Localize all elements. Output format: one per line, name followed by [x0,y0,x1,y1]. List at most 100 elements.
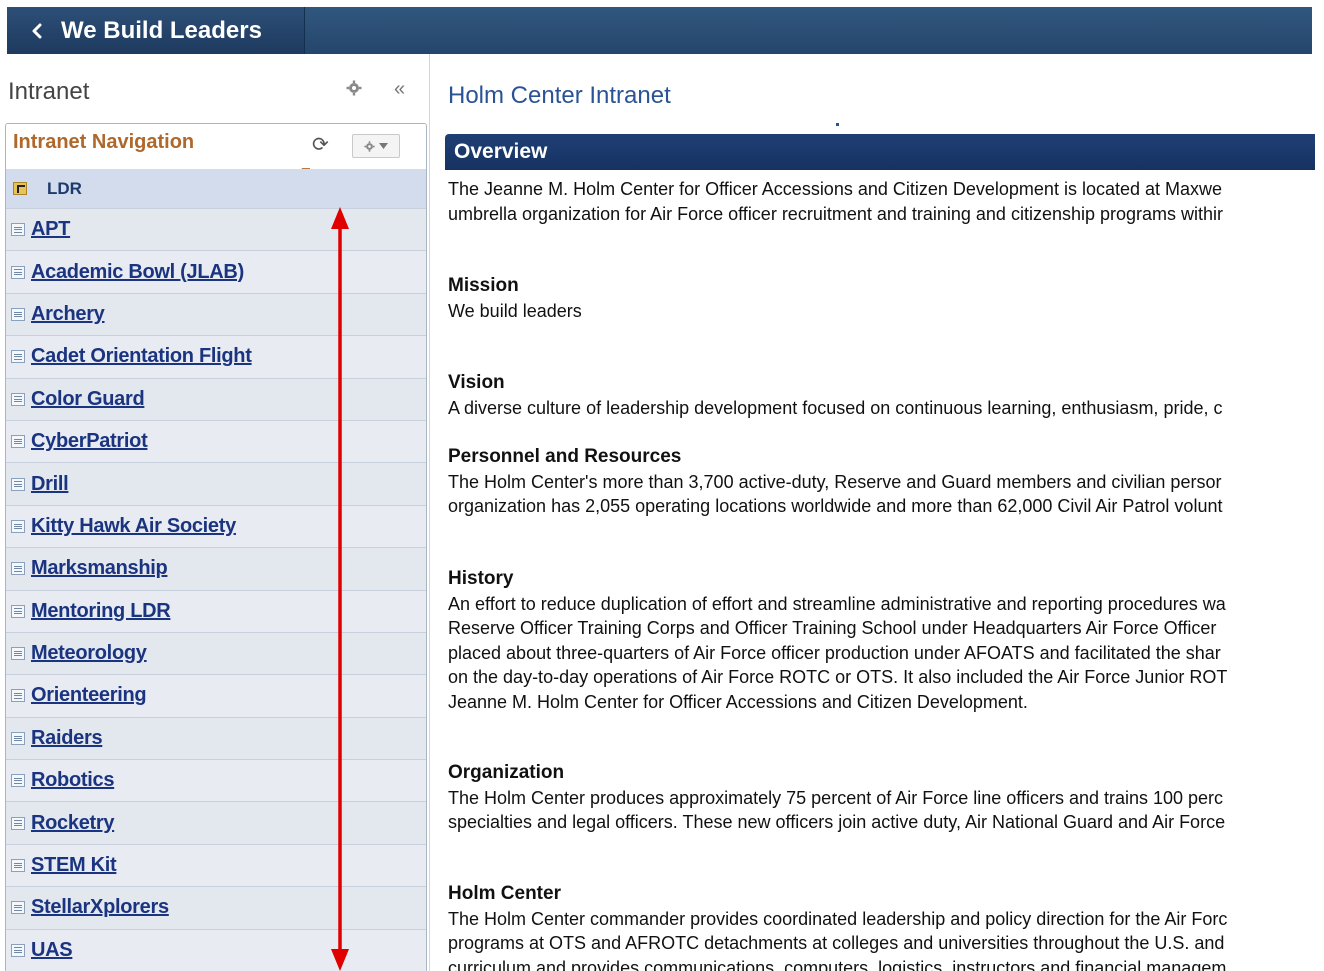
document-list-icon [11,477,25,491]
nav-item-link[interactable]: Orienteering [31,684,147,707]
organization-section: Organization The Holm Center produces ap… [448,761,1324,835]
holm-center-line: programs at OTS and AFROTC detachments a… [448,933,1225,953]
overview-line: umbrella organization for Air Force offi… [448,203,1224,224]
nav-item[interactable]: UAS [6,929,426,971]
nav-item[interactable]: CyberPatriot [6,420,426,464]
options-menu-button[interactable] [352,134,400,158]
document-list-icon [11,519,25,533]
refresh-icon[interactable]: ⟳ [312,132,329,157]
left-pane-title: Intranet [8,78,90,105]
nav-item-link[interactable]: STEM Kit [31,854,117,877]
back-button[interactable]: We Build Leaders [7,7,305,54]
organization-line: specialties and legal officers. These ne… [448,812,1226,832]
nav-item-link[interactable]: Color Guard [31,388,145,411]
personnel-heading: Personnel and Resources [448,446,682,467]
history-section: History An effort to reduce duplication … [448,567,1324,714]
nav-item[interactable]: Kitty Hawk Air Society [6,505,426,549]
document-list-icon [11,392,25,406]
mission-section: Mission We build leaders [448,274,1324,323]
nav-item[interactable]: Robotics [6,760,426,803]
vision-line: A diverse culture of leadership developm… [448,397,1223,418]
collapse-pane-icon[interactable]: « [394,78,405,101]
nav-item-link[interactable]: Cadet Orientation Flight [31,345,252,368]
gear-icon[interactable] [346,80,362,96]
left-pane: Intranet « Intranet Navigation _ ⟳ LDR A… [0,54,430,971]
nav-item[interactable]: Rocketry [6,802,426,845]
nav-item-link[interactable]: Archery [31,303,105,326]
nav-item[interactable]: Orienteering [6,675,426,718]
nav-item[interactable]: Archery [6,293,426,337]
history-heading: History [448,568,514,589]
nav-item-link[interactable]: APT [31,218,70,241]
nav-item[interactable]: STEM Kit [6,844,426,888]
nav-item[interactable]: Raiders [6,717,426,761]
nav-item[interactable]: Color Guard [6,378,426,421]
holm-center-line: curriculum and provides communications, … [448,957,1227,971]
nav-item-link[interactable]: Drill [31,473,69,496]
document-list-icon [11,816,25,830]
document-list-icon [11,562,25,576]
history-line: Reserve Officer Training Corps and Offic… [448,618,1217,638]
document-list-icon [11,943,25,957]
vision-heading: Vision [448,372,505,393]
nav-item[interactable]: Mentoring LDR [6,590,426,633]
nav-item[interactable]: Academic Bowl (JLAB) [6,251,426,294]
nav-item-link[interactable]: CyberPatriot [31,430,148,453]
overview-heading: Overview [454,140,548,163]
folder-up-icon [13,182,27,195]
document-list-icon [11,223,25,237]
annotation-double-arrow-icon [331,207,349,971]
document-list-icon [11,774,25,788]
vision-section: Vision A diverse culture of leadership d… [448,371,1324,420]
history-line: Jeanne M. Holm Center for Officer Access… [448,691,1028,712]
chevron-left-icon [32,23,42,38]
nav-item-link[interactable]: Mentoring LDR [31,600,171,623]
personnel-line: organization has 2,055 operating locatio… [448,496,1223,516]
nav-item[interactable]: Cadet Orientation Flight [6,336,426,379]
document-list-icon [11,307,25,321]
dot-marker [836,123,839,126]
nav-item-link[interactable]: Kitty Hawk Air Society [31,515,236,538]
content-pane: Holm Center Intranet Overview The Jeanne… [431,54,1324,971]
nav-item-link[interactable]: Raiders [31,727,103,750]
overview-heading-bar: Overview [445,134,1315,170]
history-line: on the day-to-day operations of Air Forc… [448,667,1228,687]
nav-item[interactable]: Meteorology [6,632,426,676]
nav-item[interactable]: Drill [6,463,426,506]
organization-line: The Holm Center produces approximately 7… [448,787,1224,808]
mission-line: We build leaders [448,300,582,321]
holm-center-section: Holm Center The Holm Center commander pr… [448,882,1324,971]
mission-heading: Mission [448,275,519,296]
document-list-icon [11,859,25,873]
parent-folder-label: LDR [47,178,82,198]
nav-item-link[interactable]: Rocketry [31,812,115,835]
top-header-bar: We Build Leaders [7,7,1312,54]
nav-item-link[interactable]: Meteorology [31,642,147,665]
page-title: Holm Center Intranet [448,82,671,109]
document-list-icon [11,265,25,279]
document-list-icon [11,435,25,449]
navigation-title: Intranet Navigation [13,131,195,153]
nav-item-link[interactable]: Marksmanship [31,557,168,580]
nav-item-link[interactable]: UAS [31,939,73,962]
underscore-marker: _ [302,153,310,169]
navigation-list: LDR APT Academic Bowl (JLAB) Archery Cadet … [6,169,426,971]
gear-icon [364,140,375,152]
personnel-line: The Holm Center's more than 3,700 active… [448,471,1222,492]
nav-parent-folder[interactable]: LDR [6,169,426,209]
document-list-icon [11,647,25,661]
nav-item[interactable]: StellarXplorers [6,887,426,930]
nav-item[interactable]: Marksmanship [6,548,426,591]
nav-item[interactable]: APT [6,209,426,252]
personnel-section: Personnel and Resources The Holm Center'… [448,445,1324,519]
document-list-icon [11,731,25,745]
nav-item-link[interactable]: Academic Bowl (JLAB) [31,261,244,284]
history-line: An effort to reduce duplication of effor… [448,593,1226,614]
document-list-icon [11,604,25,618]
back-button-label: We Build Leaders [61,16,262,44]
overview-text: The Jeanne M. Holm Center for Officer Ac… [448,177,1324,226]
nav-item-link[interactable]: Robotics [31,769,114,792]
document-list-icon [11,901,25,915]
document-list-icon [11,689,25,703]
nav-item-link[interactable]: StellarXplorers [31,896,169,919]
